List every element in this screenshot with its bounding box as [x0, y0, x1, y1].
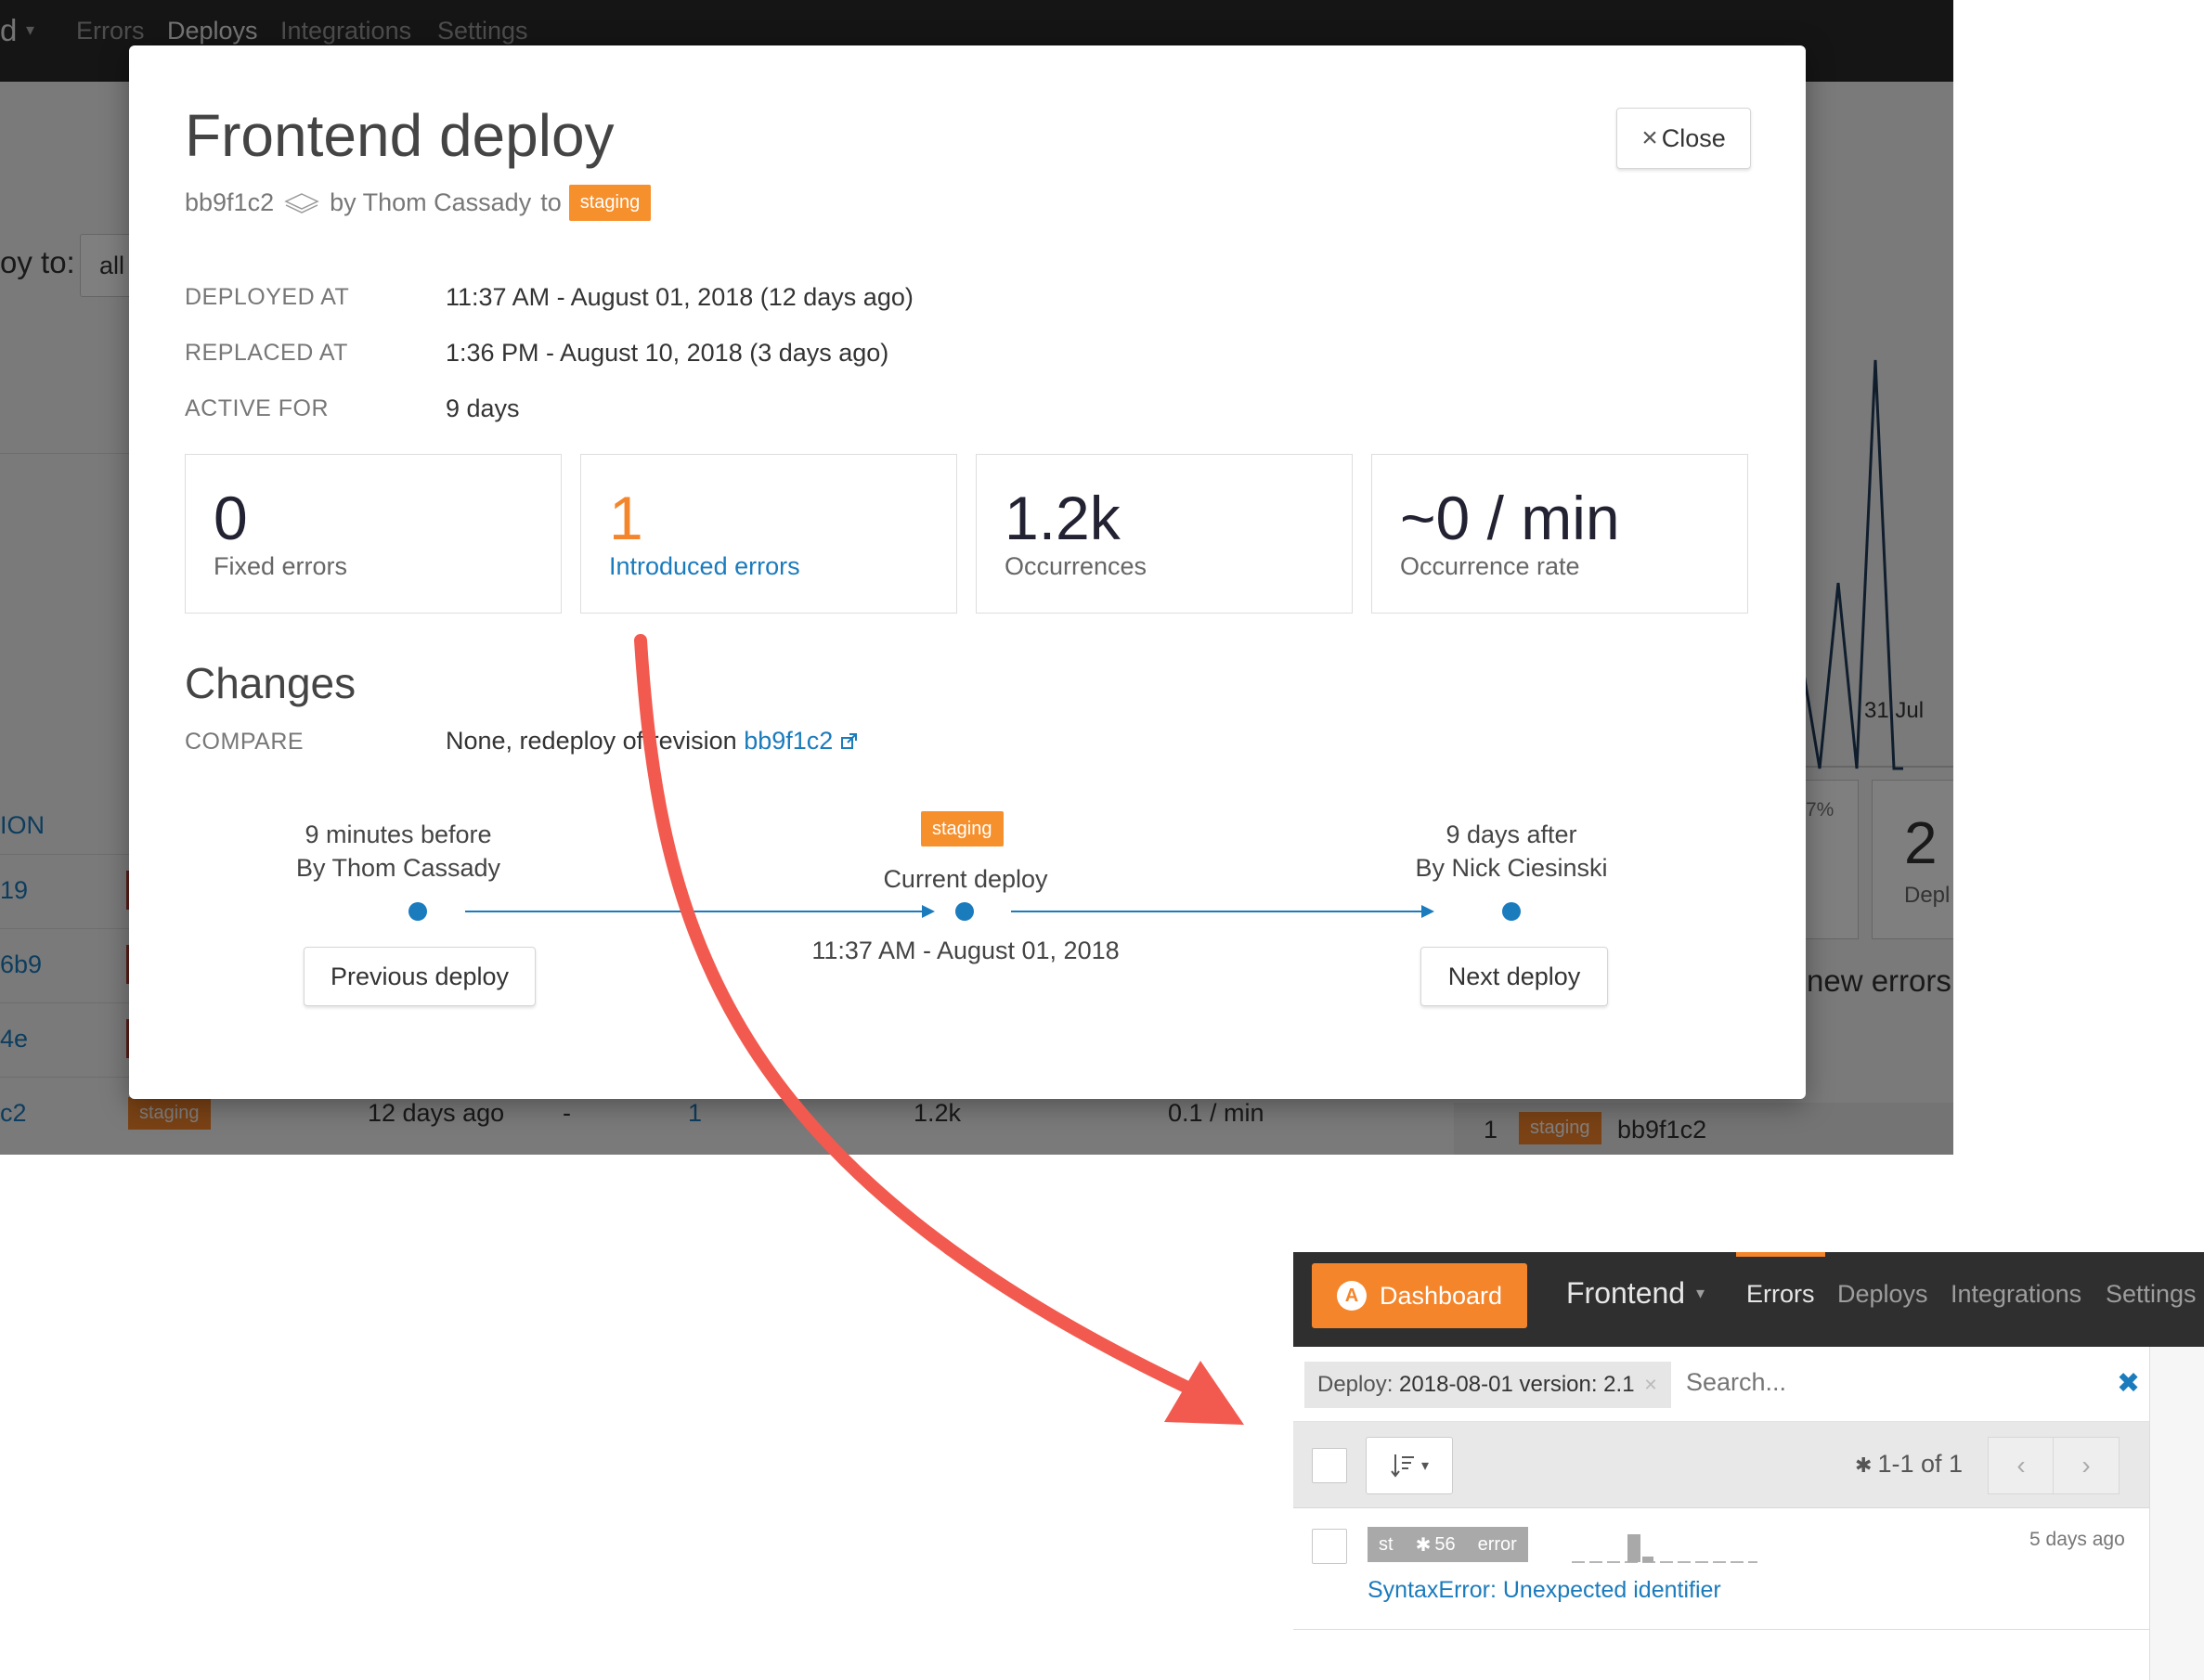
callout-arrow-head: [1164, 1361, 1244, 1425]
callout-arrow-line: [634, 634, 1204, 1399]
callout-arrow: [634, 634, 1244, 1425]
